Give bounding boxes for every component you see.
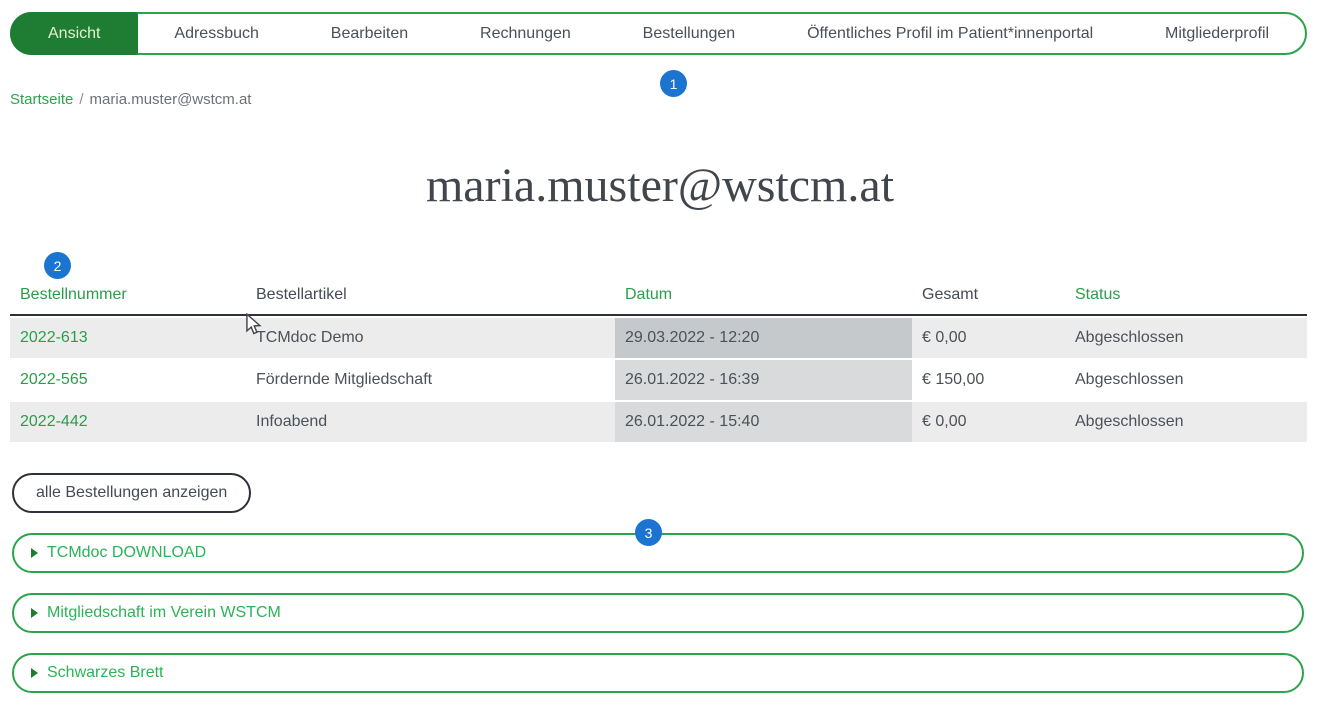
tab-mitgliederprofil[interactable]: Mitgliederprofil	[1129, 14, 1305, 53]
order-article: Infoabend	[246, 402, 615, 442]
column-header-datum[interactable]: Datum	[615, 280, 912, 314]
orders-table-header: Bestellnummer Bestellartikel Datum Gesam…	[10, 280, 1307, 316]
tab-bar: Ansicht Adressbuch Bearbeiten Rechnungen…	[10, 12, 1307, 55]
accordion-mitgliedschaft[interactable]: Mitgliedschaft im Verein WSTCM	[12, 593, 1304, 633]
accordion-schwarzes-brett[interactable]: Schwarzes Brett	[12, 653, 1304, 693]
column-header-status[interactable]: Status	[1065, 280, 1307, 314]
table-row[interactable]: 2022-442 Infoabend 26.01.2022 - 15:40 € …	[10, 402, 1307, 442]
order-date: 29.03.2022 - 12:20	[615, 318, 912, 358]
order-number-link[interactable]: 2022-442	[10, 402, 246, 442]
order-article: Fördernde Mitgliedschaft	[246, 360, 615, 400]
order-date: 26.01.2022 - 15:40	[615, 402, 912, 442]
breadcrumb-separator: /	[79, 91, 83, 108]
table-row[interactable]: 2022-565 Fördernde Mitgliedschaft 26.01.…	[10, 360, 1307, 400]
triangle-right-icon	[31, 608, 38, 618]
order-number-link[interactable]: 2022-613	[10, 318, 246, 358]
order-date: 26.01.2022 - 16:39	[615, 360, 912, 400]
breadcrumb-home-link[interactable]: Startseite	[10, 91, 73, 108]
triangle-right-icon	[31, 548, 38, 558]
order-total: € 0,00	[912, 318, 1065, 358]
tab-bearbeiten[interactable]: Bearbeiten	[295, 14, 444, 53]
order-number-link[interactable]: 2022-565	[10, 360, 246, 400]
order-total: € 150,00	[912, 360, 1065, 400]
step-badge-1: 1	[660, 70, 687, 97]
order-total: € 0,00	[912, 402, 1065, 442]
tab-bestellungen[interactable]: Bestellungen	[607, 14, 771, 53]
column-header-bestellnummer[interactable]: Bestellnummer	[10, 280, 246, 314]
order-status: Abgeschlossen	[1065, 318, 1307, 358]
tab-oeffentliches-profil[interactable]: Öffentliches Profil im Patient*innenport…	[771, 14, 1129, 53]
tab-adressbuch[interactable]: Adressbuch	[138, 14, 294, 53]
tab-ansicht[interactable]: Ansicht	[10, 12, 138, 55]
column-header-bestellartikel: Bestellartikel	[246, 280, 615, 314]
tab-rechnungen[interactable]: Rechnungen	[444, 14, 607, 53]
breadcrumb-current: maria.muster@wstcm.at	[90, 91, 252, 108]
step-badge-3: 3	[635, 519, 662, 546]
accordion-label: Schwarzes Brett	[47, 664, 163, 682]
order-article: TCMdoc Demo	[246, 318, 615, 358]
column-header-gesamt: Gesamt	[912, 280, 1065, 314]
accordion-label: Mitgliedschaft im Verein WSTCM	[47, 604, 281, 622]
triangle-right-icon	[31, 668, 38, 678]
step-badge-2: 2	[44, 252, 71, 279]
order-status: Abgeschlossen	[1065, 360, 1307, 400]
breadcrumb: Startseite / maria.muster@wstcm.at	[10, 91, 251, 108]
table-row[interactable]: 2022-613 TCMdoc Demo 29.03.2022 - 12:20 …	[10, 318, 1307, 358]
orders-table: Bestellnummer Bestellartikel Datum Gesam…	[10, 280, 1307, 442]
order-status: Abgeschlossen	[1065, 402, 1307, 442]
page-title: maria.muster@wstcm.at	[0, 158, 1320, 213]
accordion-label: TCMdoc DOWNLOAD	[47, 544, 206, 562]
show-all-orders-button[interactable]: alle Bestellungen anzeigen	[12, 473, 251, 513]
